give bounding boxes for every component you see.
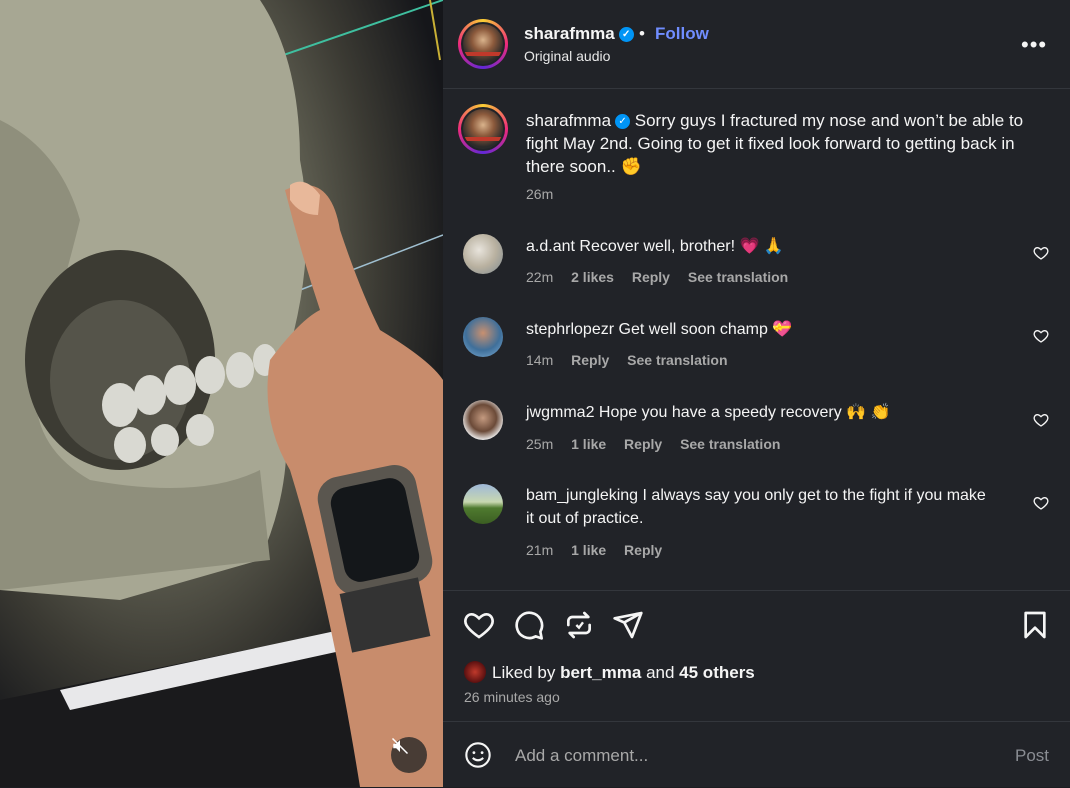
media-image [0, 0, 443, 787]
comment-username[interactable]: jwgmma2 [526, 404, 594, 421]
like-comment-icon[interactable] [1033, 495, 1049, 511]
like-heart-icon[interactable] [463, 609, 495, 641]
comment-meta: 25m 1 like Reply See translation [526, 436, 794, 452]
commenter-avatar[interactable] [463, 234, 503, 274]
share-send-icon[interactable] [612, 609, 644, 641]
reply-button[interactable]: Reply [632, 269, 670, 285]
comment-text: bam_jungleking I always say you only get… [526, 484, 996, 530]
comment-username[interactable]: stephrlopezr [526, 321, 614, 338]
comment-body: Recover well, brother! 💗 🙏 [579, 238, 784, 255]
comment-username[interactable]: bam_jungleking [526, 487, 638, 504]
see-translation-button[interactable]: See translation [688, 269, 788, 285]
repost-icon[interactable] [563, 609, 595, 641]
liked-others[interactable]: 45 others [679, 663, 755, 682]
like-comment-icon[interactable] [1033, 328, 1049, 344]
see-translation-button[interactable]: See translation [627, 352, 727, 368]
comment-meta: 14m Reply See translation [526, 352, 742, 368]
commenter-avatar[interactable] [463, 400, 503, 440]
reply-button[interactable]: Reply [624, 436, 662, 452]
comment-time[interactable]: 21m [526, 542, 553, 558]
speaker-muted-icon [391, 737, 409, 755]
reply-button[interactable]: Reply [624, 542, 662, 558]
post-comment-button[interactable]: Post [1015, 746, 1049, 766]
comment-composer: Post [443, 721, 1070, 788]
comment-bubble-icon[interactable] [513, 609, 545, 641]
comment-likes[interactable]: 2 likes [571, 269, 614, 285]
comment-text: stephrlopezr Get well soon champ 💝 [526, 318, 996, 341]
post-header: sharafmma ✓ • Follow Original audio ••• [443, 0, 1070, 89]
verified-icon: ✓ [615, 114, 631, 130]
commenter-avatar[interactable] [463, 317, 503, 357]
verified-icon: ✓ [618, 27, 634, 43]
separator-dot: • [639, 24, 645, 43]
comment-input[interactable] [513, 742, 987, 770]
liked-prefix: Liked by [492, 663, 556, 682]
see-translation-button[interactable]: See translation [680, 436, 780, 452]
liker-username[interactable]: bert_mma [560, 663, 641, 682]
comment-time[interactable]: 25m [526, 436, 553, 452]
caption-time[interactable]: 26m [526, 186, 553, 202]
comment-meta: 22m 2 likes Reply See translation [526, 269, 802, 285]
comment-meta: 21m 1 like Reply [526, 542, 676, 558]
post-media[interactable] [0, 0, 443, 787]
comment-text: a.d.ant Recover well, brother! 💗 🙏 [526, 235, 996, 258]
caption-text: sharafmma ✓ Sorry guys I fractured my nos… [526, 109, 1026, 178]
caption-username[interactable]: sharafmma [526, 111, 611, 130]
post-timestamp[interactable]: 26 minutes ago [464, 689, 560, 705]
author-avatar[interactable] [458, 19, 508, 69]
post-panel: sharafmma ✓ • Follow Original audio ••• s… [443, 0, 1070, 787]
liked-by-summary[interactable]: Liked by bert_mma and 45 others [464, 661, 755, 683]
liked-and: and [646, 663, 675, 682]
follow-button[interactable]: Follow [655, 24, 709, 44]
caption-avatar[interactable] [458, 104, 508, 154]
post-actions: Liked by bert_mma and 45 others 26 minut… [443, 590, 1070, 721]
mute-button[interactable] [391, 737, 427, 773]
comment-username[interactable]: a.d.ant [526, 238, 575, 255]
emoji-icon[interactable] [464, 741, 492, 769]
comment-text: jwgmma2 Hope you have a speedy recovery … [526, 401, 996, 424]
like-comment-icon[interactable] [1033, 245, 1049, 261]
more-options-icon[interactable]: ••• [1021, 32, 1047, 58]
comment-likes[interactable]: 1 like [571, 436, 606, 452]
commenter-avatar[interactable] [463, 484, 503, 524]
author-username[interactable]: sharafmma ✓ [524, 24, 634, 44]
comment-time[interactable]: 22m [526, 269, 553, 285]
audio-label[interactable]: Original audio [524, 48, 610, 64]
reply-button[interactable]: Reply [571, 352, 609, 368]
liker-avatar [464, 661, 486, 683]
save-bookmark-icon[interactable] [1019, 609, 1051, 641]
comment-body: Get well soon champ 💝 [618, 321, 793, 338]
like-comment-icon[interactable] [1033, 412, 1049, 428]
comment-body: Hope you have a speedy recovery 🙌 👏 [598, 404, 891, 421]
comment-likes[interactable]: 1 like [571, 542, 606, 558]
comment-time[interactable]: 14m [526, 352, 553, 368]
